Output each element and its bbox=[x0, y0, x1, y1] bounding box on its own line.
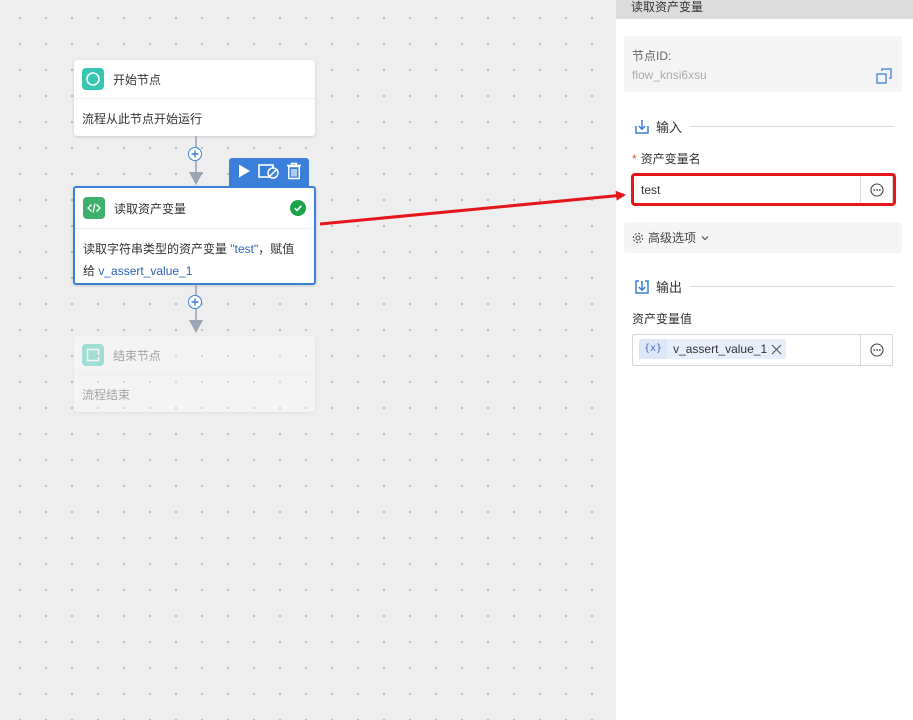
disable-icon[interactable] bbox=[258, 163, 280, 182]
properties-panel: 读取资产变量 节点ID: flow_knsi6xsu 输入 * 资产变量名 tes… bbox=[616, 0, 913, 720]
desc-variable: "test" bbox=[230, 242, 259, 256]
gear-icon bbox=[632, 232, 644, 244]
asset-value-label: 资产变量值 bbox=[632, 312, 693, 326]
output-section-header: 输出 bbox=[634, 277, 894, 296]
output-tag-area: {x} v_assert_value_1 bbox=[633, 335, 860, 365]
start-circle-icon bbox=[82, 68, 104, 90]
node-id-value: flow_knsi6xsu bbox=[632, 68, 707, 82]
input-section-icon bbox=[634, 119, 650, 135]
success-check-icon bbox=[290, 200, 306, 216]
desc-prefix: 读取字符串类型的资产变量 bbox=[83, 242, 231, 256]
annotation-highlight-box bbox=[631, 173, 896, 206]
end-node-desc: 流程结束 bbox=[82, 388, 131, 402]
end-node-header: 结束节点 bbox=[74, 336, 315, 375]
more-options-icon[interactable] bbox=[860, 335, 892, 365]
output-section-title: 输出 bbox=[656, 280, 683, 295]
connector-read-end bbox=[188, 285, 204, 336]
node-id-box: 节点ID: flow_knsi6xsu bbox=[624, 36, 902, 92]
copy-icon[interactable] bbox=[876, 68, 892, 87]
delete-icon[interactable] bbox=[286, 162, 302, 183]
end-node[interactable]: 结束节点 流程结束 bbox=[74, 336, 315, 412]
add-node-icon[interactable] bbox=[188, 295, 202, 309]
connector-start-read bbox=[188, 136, 204, 186]
read-node-title: 读取资产变量 bbox=[114, 201, 187, 216]
start-node-header: 开始节点 bbox=[74, 60, 315, 99]
code-icon bbox=[83, 197, 105, 219]
output-tag-value: v_assert_value_1 bbox=[673, 342, 768, 356]
stop-square-icon bbox=[82, 344, 104, 366]
variable-badge: {x} bbox=[639, 339, 668, 359]
start-node-title: 开始节点 bbox=[113, 72, 162, 87]
input-section-header: 输入 bbox=[634, 117, 894, 136]
chevron-down-icon bbox=[701, 235, 709, 241]
panel-title: 读取资产变量 bbox=[616, 0, 913, 19]
run-icon[interactable] bbox=[236, 163, 252, 182]
start-node[interactable]: 开始节点 流程从此节点开始运行 bbox=[74, 60, 315, 136]
advanced-options-label: 高级选项 bbox=[648, 231, 697, 245]
start-node-desc: 流程从此节点开始运行 bbox=[82, 112, 203, 126]
read-asset-node[interactable]: 读取资产变量 读取字符串类型的资产变量 "test"，赋值给 v_assert_… bbox=[73, 186, 316, 285]
read-node-desc: 读取字符串类型的资产变量 "test"，赋值给 v_assert_value_1 bbox=[75, 229, 314, 291]
node-id-label: 节点ID: bbox=[632, 49, 672, 63]
end-node-title: 结束节点 bbox=[113, 348, 162, 363]
flow-canvas[interactable]: 开始节点 流程从此节点开始运行 读取资产变量 读取字符串类型的资产变量 "tes… bbox=[0, 0, 616, 720]
close-icon[interactable] bbox=[771, 344, 782, 355]
output-variable-tag[interactable]: {x} v_assert_value_1 bbox=[639, 339, 787, 359]
input-section-title: 输入 bbox=[656, 120, 683, 135]
advanced-options-toggle[interactable]: 高级选项 bbox=[624, 222, 902, 253]
desc-target: v_assert_value_1 bbox=[98, 264, 193, 278]
asset-value-output[interactable]: {x} v_assert_value_1 bbox=[632, 334, 893, 366]
output-section-icon bbox=[634, 279, 650, 295]
asset-name-label: * 资产变量名 bbox=[632, 152, 701, 166]
read-node-header: 读取资产变量 bbox=[75, 188, 314, 229]
node-toolbar bbox=[229, 158, 309, 186]
add-node-icon[interactable] bbox=[188, 147, 202, 161]
